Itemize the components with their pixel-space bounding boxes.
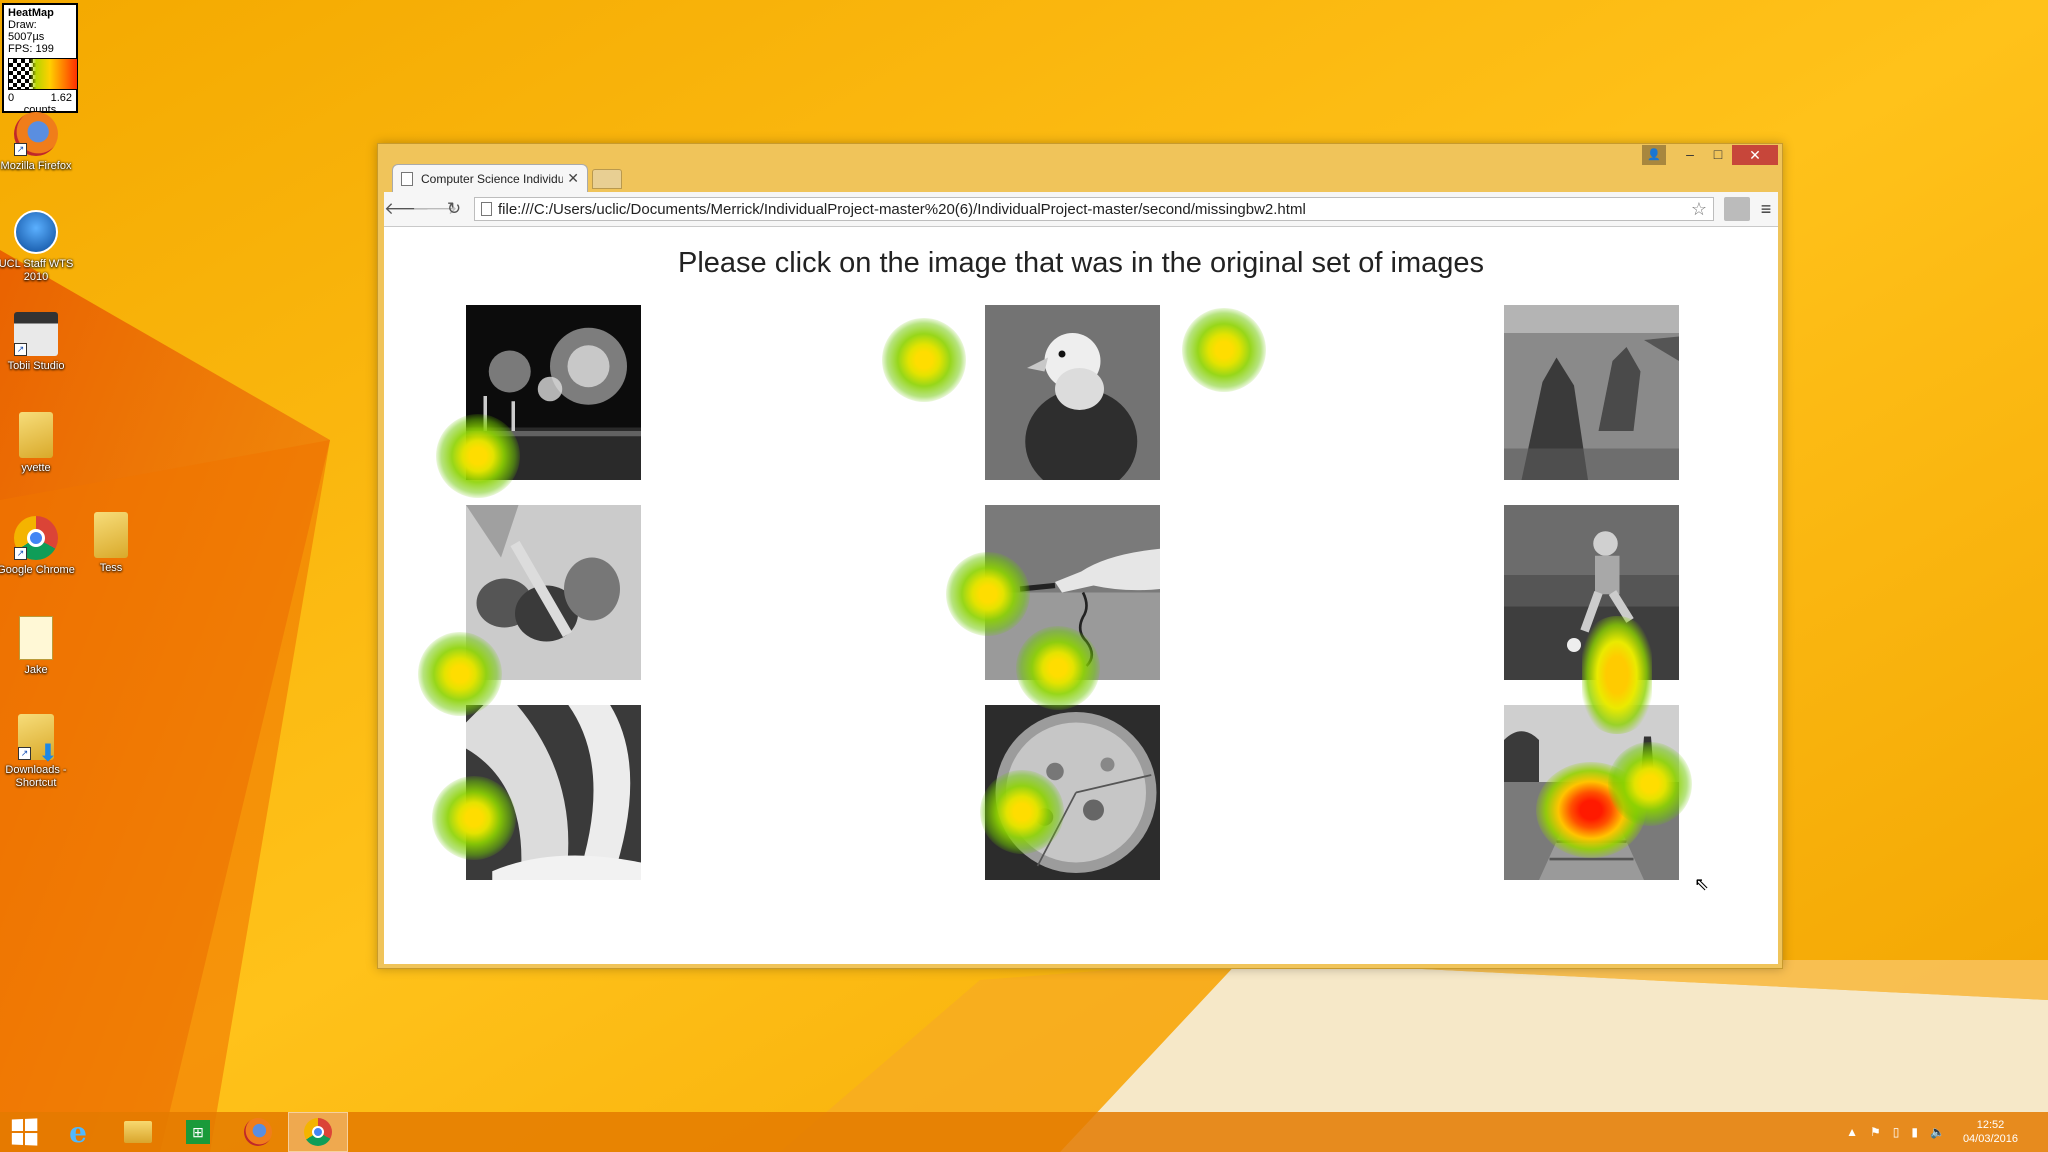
remote-desktop-icon <box>14 210 58 254</box>
show-hidden-icons-icon[interactable]: ▲ <box>1846 1125 1858 1139</box>
clock-date: 04/03/2016 <box>1962 1133 2018 1145</box>
store-icon: ⊞ <box>186 1120 210 1144</box>
chrome-window: 👤 – □ ✕ Computer Science Individu ✕ 🡐 🡒 … <box>377 143 1783 969</box>
clapperboard-icon: ↗ <box>14 312 58 356</box>
extension-icon[interactable] <box>1724 197 1750 221</box>
desktop-icon-label: UCL Staff WTS 2010 <box>0 258 74 283</box>
page-icon <box>401 171 413 186</box>
taskbar-firefox[interactable] <box>228 1112 288 1152</box>
browser-toolbar: 🡐 🡒 ↻ file:///C:/Users/uclic/Documents/M… <box>384 192 1778 227</box>
downloads-folder-icon: ↗ <box>18 714 58 760</box>
document-icon <box>19 616 53 660</box>
firefox-icon <box>244 1118 272 1146</box>
chrome-icon: ↗ <box>14 516 58 560</box>
mouse-cursor-icon: ⇖ <box>1694 874 1710 894</box>
image-stairway-street[interactable] <box>1504 705 1679 880</box>
image-pizza[interactable] <box>985 705 1160 880</box>
url-text[interactable]: file:///C:/Users/uclic/Documents/Merrick… <box>498 201 1691 218</box>
clock[interactable]: 12:52 04/03/2016 <box>1963 1118 2018 1146</box>
folder-icon <box>19 412 53 458</box>
desktop-icon-ucl-staff[interactable]: UCL Staff WTS 2010 <box>0 210 76 284</box>
desktop-icon-label: yvette <box>21 462 51 474</box>
address-bar[interactable]: file:///C:/Users/uclic/Documents/Merrick… <box>474 197 1714 221</box>
battery-icon[interactable]: ▯ <box>1893 1125 1900 1139</box>
volume-icon[interactable]: 🔈 <box>1930 1125 1945 1139</box>
maximize-button[interactable]: □ <box>1704 145 1732 165</box>
taskbar-file-explorer[interactable] <box>108 1112 168 1152</box>
menu-hamburger-icon[interactable]: ≡ <box>1754 199 1778 220</box>
user-profile-icon[interactable]: 👤 <box>1642 145 1666 165</box>
bookmark-star-icon[interactable]: ☆ <box>1691 199 1707 220</box>
heatmap-color-scale <box>8 58 78 90</box>
desktop-icon-label: Downloads - Shortcut <box>5 764 67 789</box>
tab-close-icon[interactable]: ✕ <box>567 170 579 187</box>
desktop-icon-google-chrome[interactable]: ↗ Google Chrome <box>0 516 76 577</box>
desktop-icon-label: Jake <box>24 664 48 676</box>
taskbar: e ⊞ ▲ ⚑ ▯ ▮ 🔈 12:52 04/03/2016 <box>0 1112 2048 1152</box>
image-football-player[interactable] <box>1504 505 1679 680</box>
firefox-icon: ↗ <box>14 112 58 156</box>
clock-time: 12:52 <box>1976 1119 2005 1131</box>
heatmap-scale-max: 1.62 <box>50 92 72 104</box>
taskbar-internet-explorer[interactable]: e <box>48 1112 108 1152</box>
heatmap-scale-min: 0 <box>8 92 15 104</box>
image-hand-with-cable[interactable] <box>985 505 1160 680</box>
windows-logo-icon <box>11 1118 38 1146</box>
minimize-button[interactable]: – <box>1676 145 1704 165</box>
image-eagle[interactable] <box>985 305 1160 480</box>
taskbar-store[interactable]: ⊞ <box>168 1112 228 1152</box>
heatmap-draw-time: Draw: 5007µs <box>8 19 45 43</box>
chrome-icon <box>304 1118 332 1146</box>
start-button[interactable] <box>0 1112 48 1152</box>
image-chopping-peppers[interactable] <box>466 505 641 680</box>
desktop-icon-label: Google Chrome <box>0 564 75 576</box>
desktop-icon-downloads-shortcut[interactable]: ↗ Downloads - Shortcut <box>0 714 76 790</box>
desktop-icon-label: Tobii Studio <box>7 360 65 372</box>
desktop-icon-firefox[interactable]: ↗ Mozilla Firefox <box>0 112 76 173</box>
tab-computer-science[interactable]: Computer Science Individu ✕ <box>392 164 588 192</box>
image-fireworks[interactable] <box>466 305 641 480</box>
heatmap-legend: HeatMap Draw: 5007µs FPS: 199 0 1.62 cou… <box>2 3 78 116</box>
network-signal-icon[interactable]: ▮ <box>1911 1125 1918 1139</box>
desktop-icon-label: Tess <box>99 562 123 574</box>
file-explorer-icon <box>124 1121 152 1143</box>
desktop-icon-label: Mozilla Firefox <box>0 160 72 172</box>
image-sea-stacks[interactable] <box>1504 305 1679 480</box>
taskbar-chrome[interactable] <box>288 1112 348 1152</box>
flag-icon[interactable]: ⚑ <box>1870 1125 1881 1139</box>
page-info-icon[interactable] <box>481 202 492 216</box>
close-window-button[interactable]: ✕ <box>1732 145 1778 165</box>
system-tray: ▲ ⚑ ▯ ▮ 🔈 12:52 04/03/2016 <box>1840 1112 2018 1152</box>
new-tab-button[interactable] <box>592 169 622 189</box>
desktop-icon-jake[interactable]: Jake <box>0 616 76 677</box>
desktop-icon-tobii-studio[interactable]: ↗ Tobii Studio <box>0 312 76 373</box>
page-content: Please click on the image that was in th… <box>384 227 1778 964</box>
reload-icon[interactable]: ↻ <box>440 199 468 219</box>
desktop-icon-tess[interactable]: Tess <box>71 512 151 575</box>
tab-title: Computer Science Individu <box>421 171 564 186</box>
internet-explorer-icon: e <box>69 1115 87 1149</box>
forward-arrow-icon[interactable]: 🡒 <box>412 199 458 219</box>
folder-icon <box>94 512 128 558</box>
heatmap-title: HeatMap <box>8 7 54 19</box>
page-heading: Please click on the image that was in th… <box>678 247 1484 279</box>
back-arrow-icon[interactable]: 🡐 <box>384 199 430 219</box>
desktop-icon-yvette[interactable]: yvette <box>0 412 76 475</box>
heatmap-fps: FPS: 199 <box>8 43 54 55</box>
image-measuring-tape[interactable] <box>466 705 641 880</box>
